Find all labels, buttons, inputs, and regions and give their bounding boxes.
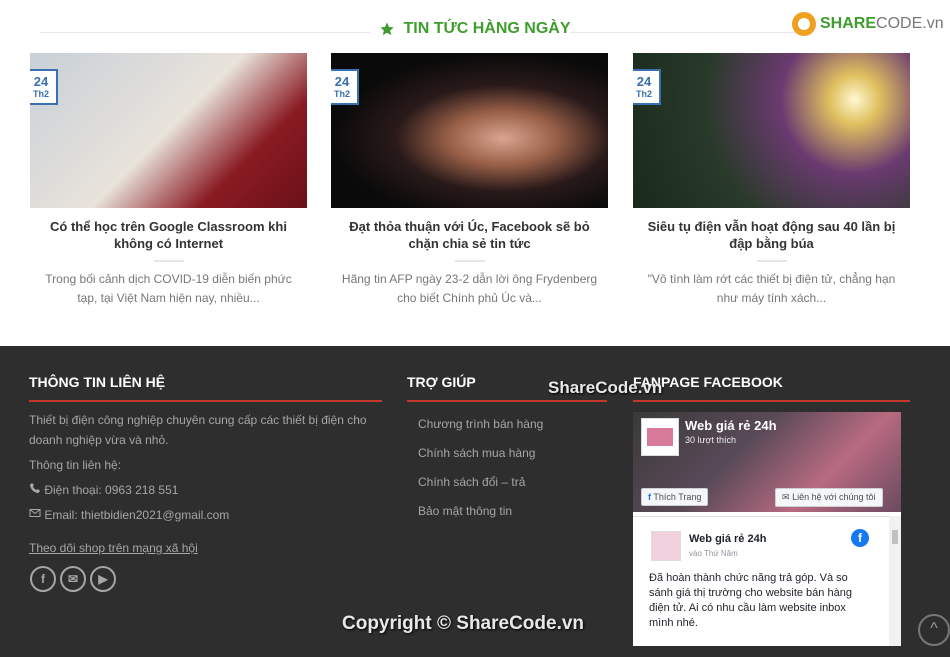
date-badge: 24 Th2 xyxy=(331,69,359,105)
divider xyxy=(570,32,800,33)
fb-page-avatar[interactable] xyxy=(641,418,679,456)
news-title[interactable]: Đạt thỏa thuận với Úc, Facebook sẽ bỏ ch… xyxy=(331,218,608,252)
news-title[interactable]: Có thể học trên Google Classroom khi khô… xyxy=(30,218,307,252)
fb-post-text: Đã hoàn thành chức năng trả góp. Và so s… xyxy=(649,572,852,629)
help-title: TRỢ GIÚP xyxy=(407,374,476,390)
news-excerpt: "Vô tình làm rớt các thiết bị điện tử, c… xyxy=(647,272,896,305)
section-title-text: TIN TỨC HÀNG NGÀY xyxy=(403,20,571,37)
divider xyxy=(756,260,787,262)
facebook-page-widget[interactable]: Web giá rẻ 24h 30 lượt thích f Thích Tra… xyxy=(633,412,901,646)
help-link[interactable]: Chính sách mua hàng xyxy=(418,443,535,463)
fb-post[interactable]: Web giá rẻ 24h vào Thứ Năm f Đã hoàn thà… xyxy=(633,516,889,646)
phone-icon xyxy=(30,483,40,493)
news-card[interactable]: 24 Th2 Có thể học trên Google Classroom … xyxy=(30,53,307,308)
contact-email[interactable]: Email: thietbidien2021@gmail.com xyxy=(29,505,229,525)
date-month: Th2 xyxy=(32,89,49,99)
contact-phone[interactable]: Điện thoại: 0963 218 551 xyxy=(29,480,178,500)
news-image[interactable]: 24 Th2 xyxy=(633,53,910,208)
mail-icon[interactable]: ✉ xyxy=(60,566,86,592)
divider xyxy=(153,260,184,262)
fb-page-name[interactable]: Web giá rẻ 24h xyxy=(685,418,777,433)
title-underline xyxy=(29,400,382,402)
star-icon xyxy=(380,22,395,36)
news-image[interactable]: 24 Th2 xyxy=(331,53,608,208)
title-underline xyxy=(407,400,607,402)
contact-title: THÔNG TIN LIÊN HỆ xyxy=(29,374,166,390)
news-image[interactable]: 24 Th2 xyxy=(30,53,307,208)
date-badge: 24 Th2 xyxy=(30,69,58,105)
help-link[interactable]: Chương trình bán hàng xyxy=(418,414,543,434)
date-badge: 24 Th2 xyxy=(633,69,661,105)
fb-scrollbar[interactable] xyxy=(889,516,901,646)
fb-like-button[interactable]: f Thích Trang xyxy=(641,488,709,506)
fb-cover[interactable]: Web giá rẻ 24h 30 lượt thích f Thích Tra… xyxy=(633,412,901,512)
fb-message-button[interactable]: ✉ Liên hệ với chúng tôi xyxy=(775,488,883,507)
social-label[interactable]: Theo dõi shop trên mạng xã hội xyxy=(29,538,198,558)
news-title[interactable]: Siêu tụ điện vẫn hoạt động sau 40 lần bị… xyxy=(633,218,910,252)
envelope-icon: ✉ xyxy=(782,492,790,502)
date-month: Th2 xyxy=(333,89,350,99)
date-day: 24 xyxy=(636,74,652,89)
date-day: 24 xyxy=(33,74,49,89)
logo-text: SHARECODE.vn xyxy=(820,15,944,33)
contact-phone-text: Điện thoại: 0963 218 551 xyxy=(44,483,179,497)
sharecode-logo: SHARECODE.vn xyxy=(792,12,944,36)
chevron-up-icon: ^ xyxy=(930,620,938,637)
fb-page-likes: 30 lượt thích xyxy=(685,435,736,445)
social-links: f ✉ ▶ xyxy=(30,566,116,592)
fb-post-avatar[interactable] xyxy=(651,531,681,561)
facebook-icon: f xyxy=(648,492,651,502)
back-to-top-button[interactable]: ^ xyxy=(918,614,950,646)
date-month: Th2 xyxy=(635,89,652,99)
section-title: TIN TỨC HÀNG NGÀY xyxy=(379,20,571,38)
youtube-icon[interactable]: ▶ xyxy=(90,566,116,592)
help-link[interactable]: Chính sách đổi – trả xyxy=(418,472,525,492)
contact-info-label: Thông tin liên hệ: xyxy=(29,458,122,472)
news-excerpt: Hãng tin AFP ngày 23-2 dẫn lời ông Fryde… xyxy=(341,272,598,305)
fb-like-label: Thích Trang xyxy=(653,492,702,502)
fb-message-label: Liên hệ với chúng tôi xyxy=(792,492,876,502)
news-card[interactable]: 24 Th2 Đạt thỏa thuận với Úc, Facebook s… xyxy=(331,53,608,308)
news-section: TIN TỨC HÀNG NGÀY SHARECODE.vn 24 Th2 Có… xyxy=(0,0,950,346)
logo-icon xyxy=(792,12,816,36)
title-underline xyxy=(633,400,910,402)
news-card[interactable]: 24 Th2 Siêu tụ điện vẫn hoạt động sau 40… xyxy=(633,53,910,308)
contact-description: Thiết bị điện công nghiệp chuyên cung cấ… xyxy=(29,413,367,447)
fb-post-time[interactable]: vào Thứ Năm xyxy=(689,549,738,558)
copyright-watermark: Copyright © ShareCode.vn xyxy=(342,613,585,634)
watermark: ShareCode.vn xyxy=(548,378,663,397)
news-excerpt: Trong bối cảnh dịch COVID-19 diễn biến p… xyxy=(45,272,292,305)
help-link[interactable]: Bảo mật thông tin xyxy=(418,501,512,521)
facebook-icon[interactable]: f xyxy=(30,566,56,592)
date-day: 24 xyxy=(334,74,350,89)
divider xyxy=(454,260,485,262)
logo-brand: SHARE xyxy=(820,15,877,32)
facebook-icon[interactable]: f xyxy=(851,529,869,547)
scrollbar-thumb[interactable] xyxy=(892,530,898,544)
fb-post-author[interactable]: Web giá rẻ 24h xyxy=(689,533,766,545)
contact-email-text: Email: thietbidien2021@gmail.com xyxy=(44,508,230,522)
logo-suffix: CODE.vn xyxy=(876,15,944,32)
divider xyxy=(40,32,370,33)
envelope-icon xyxy=(29,509,41,517)
